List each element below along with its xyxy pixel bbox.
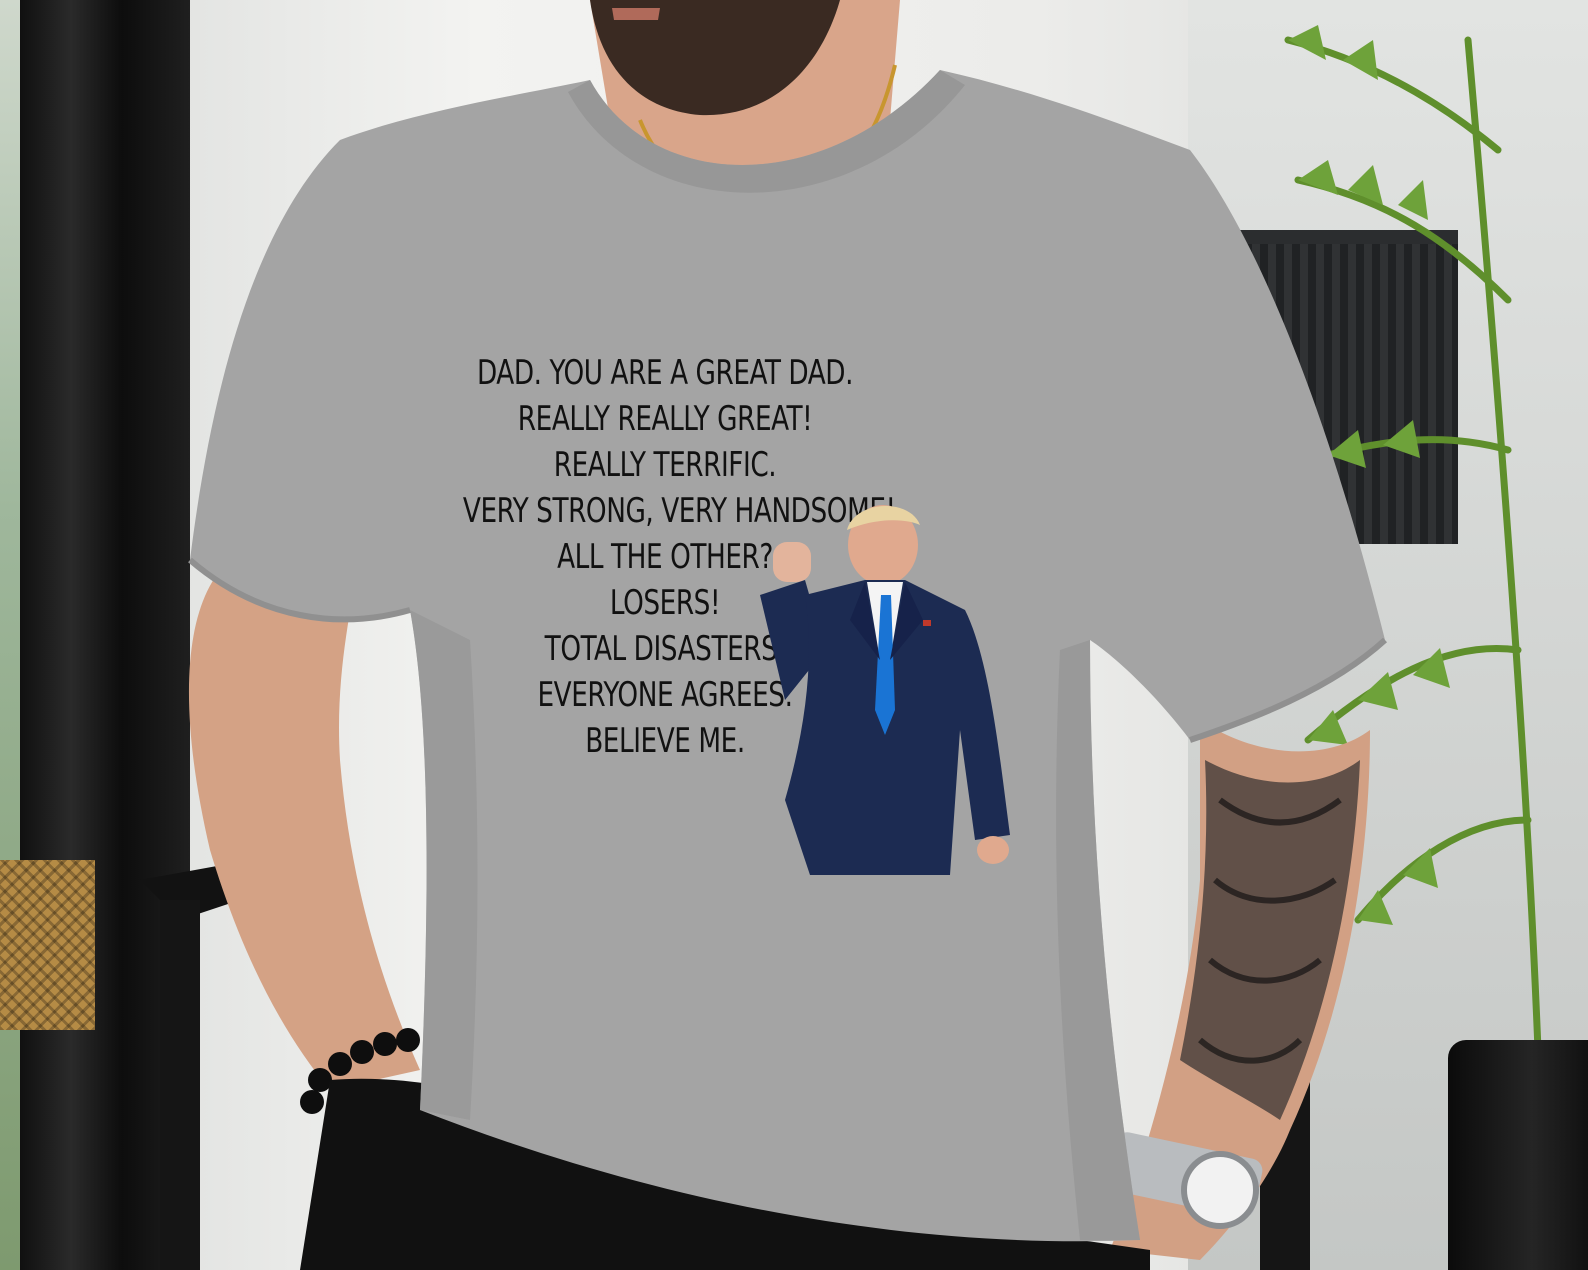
shirt-print-figure bbox=[760, 505, 1010, 875]
print-line: REALLY REALLY GREAT! bbox=[517, 399, 813, 439]
print-line: DAD. YOU ARE A GREAT DAD. bbox=[476, 353, 854, 393]
print-line: REALLY TERRIFIC. bbox=[553, 445, 777, 485]
product-photo: DAD. YOU ARE A GREAT DAD. REALLY REALLY … bbox=[0, 0, 1588, 1270]
